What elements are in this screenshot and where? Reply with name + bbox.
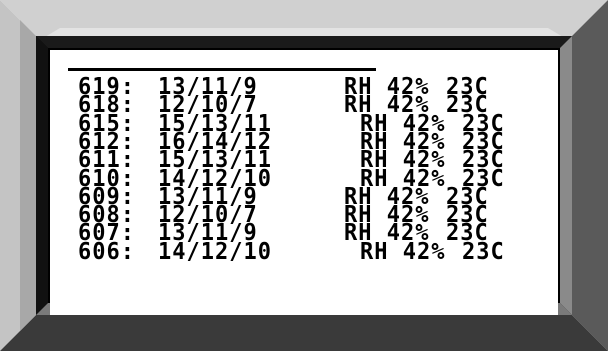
lcd-screen: 619: 13/11/9 RH 42% 23C 618: 12/10/7 RH 42% 23C… <box>50 50 558 315</box>
screen-shadow-top <box>36 36 572 48</box>
bevel-right <box>568 0 608 351</box>
log-row-values: 14/12/10 <box>158 238 272 265</box>
screen-shadow-left <box>36 36 48 315</box>
header-rule <box>68 68 376 71</box>
log-row-humidity: RH 42% <box>360 238 446 265</box>
log-row-temperature: 23C <box>462 238 505 265</box>
bevel-bottom <box>0 311 608 351</box>
screen-highlight-right <box>560 36 572 315</box>
log-row-id: 606: <box>78 238 135 265</box>
